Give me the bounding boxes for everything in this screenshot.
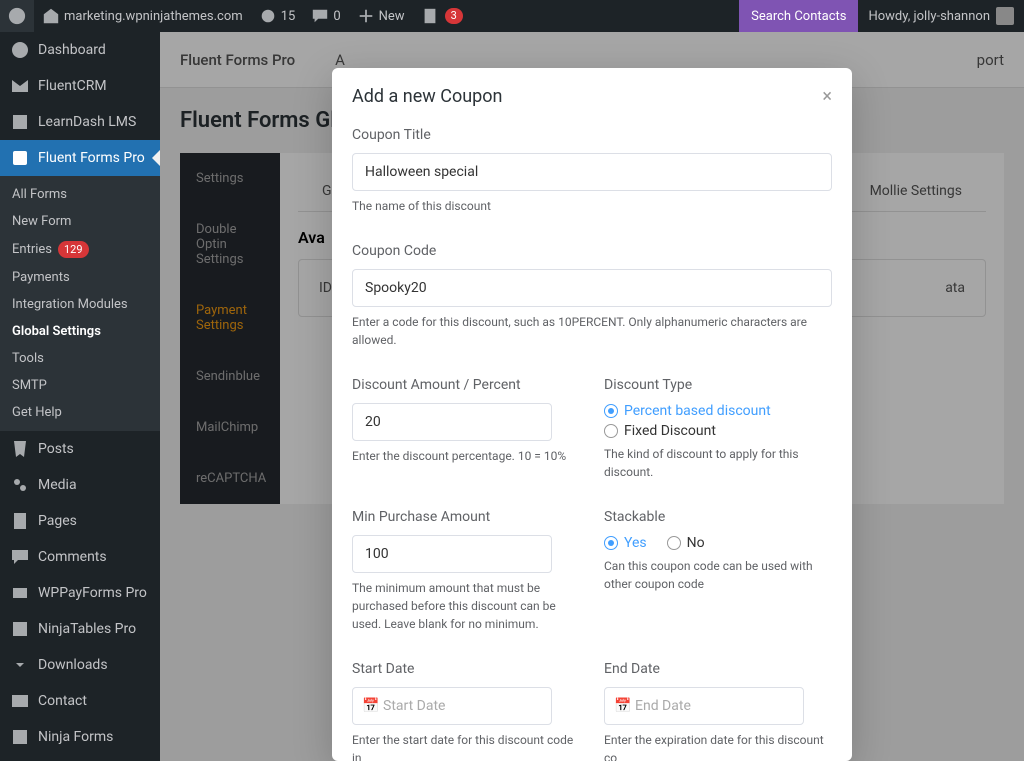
site-title[interactable]: marketing.wpninjathemes.com (34, 0, 251, 32)
stackable-desc: Can this coupon code can be used with ot… (604, 557, 832, 593)
menu-pages[interactable]: Pages (0, 503, 160, 539)
notification-badge: 3 (445, 8, 463, 24)
end-date-input[interactable] (604, 687, 804, 725)
submenu-new-form[interactable]: New Form (0, 208, 160, 235)
coupon-title-label: Coupon Title (352, 127, 832, 143)
end-date-label: End Date (604, 661, 832, 677)
coupon-code-desc: Enter a code for this discount, such as … (352, 313, 832, 349)
submenu-payments[interactable]: Payments (0, 264, 160, 291)
menu-ninjaforms[interactable]: Ninja Forms (0, 719, 160, 755)
coupon-modal: Add a new Coupon × Coupon Title The name… (332, 68, 852, 761)
discount-type-label: Discount Type (604, 377, 832, 393)
menu-ninjatables[interactable]: NinjaTables Pro (0, 611, 160, 647)
radio-fixed-discount[interactable]: Fixed Discount (604, 423, 832, 439)
entries-count: 129 (58, 241, 89, 258)
min-purchase-input[interactable] (352, 535, 552, 573)
comments[interactable]: 0 (303, 0, 348, 32)
submenu-tools[interactable]: Tools (0, 345, 160, 372)
submenu-integration[interactable]: Integration Modules (0, 291, 160, 318)
discount-amount-label: Discount Amount / Percent (352, 377, 580, 393)
menu-learndash[interactable]: LearnDash LMS (0, 104, 160, 140)
menu-media[interactable]: Media (0, 467, 160, 503)
user-menu[interactable]: Howdy, jolly-shannon (858, 7, 1024, 25)
submenu-all-forms[interactable]: All Forms (0, 181, 160, 208)
menu-contact[interactable]: Contact (0, 683, 160, 719)
coupon-code-label: Coupon Code (352, 243, 832, 259)
menu-comments[interactable]: Comments (0, 539, 160, 575)
discount-type-desc: The kind of discount to apply for this d… (604, 445, 832, 481)
calendar-icon: 📅 (614, 698, 631, 714)
discount-amount-desc: Enter the discount percentage. 10 = 10% (352, 447, 580, 465)
radio-stackable-yes[interactable]: Yes (604, 535, 647, 551)
stackable-label: Stackable (604, 509, 832, 525)
calendar-icon: 📅 (362, 698, 379, 714)
radio-stackable-no[interactable]: No (667, 535, 705, 551)
coupon-title-desc: The name of this discount (352, 197, 832, 215)
min-purchase-label: Min Purchase Amount (352, 509, 580, 525)
submenu-global-settings[interactable]: Global Settings (0, 318, 160, 345)
coupon-title-input[interactable] (352, 153, 832, 191)
radio-percent-discount[interactable]: Percent based discount (604, 403, 832, 419)
admin-bar: marketing.wpninjathemes.com 15 0 New 3 S… (0, 0, 1024, 32)
start-date-desc: Enter the start date for this discount c… (352, 731, 580, 761)
updates[interactable]: 15 (251, 0, 304, 32)
admin-sidebar: Dashboard FluentCRM LearnDash LMS Fluent… (0, 32, 160, 761)
notifications[interactable]: 3 (413, 0, 471, 32)
start-date-input[interactable] (352, 687, 552, 725)
submenu-get-help[interactable]: Get Help (0, 399, 160, 426)
discount-amount-input[interactable] (352, 403, 552, 441)
menu-wppayforms[interactable]: WPPayForms Pro (0, 575, 160, 611)
submenu-smtp[interactable]: SMTP (0, 372, 160, 399)
modal-title: Add a new Coupon (352, 86, 502, 107)
wp-logo[interactable] (0, 0, 34, 32)
menu-woocommerce[interactable]: WooCommerce (0, 755, 160, 761)
menu-fluentcrm[interactable]: FluentCRM (0, 68, 160, 104)
search-contacts-button[interactable]: Search Contacts (739, 0, 858, 32)
close-icon[interactable]: × (822, 86, 832, 107)
coupon-code-input[interactable] (352, 269, 832, 307)
new-content[interactable]: New (349, 0, 413, 32)
avatar (996, 7, 1014, 25)
end-date-desc: Enter the expiration date for this disco… (604, 731, 832, 761)
menu-fluentforms[interactable]: Fluent Forms Pro (0, 140, 160, 176)
start-date-label: Start Date (352, 661, 580, 677)
submenu-entries[interactable]: Entries129 (0, 235, 160, 264)
content-area: Fluent Forms Pro A port Fluent Forms Glo… (160, 32, 1024, 761)
menu-downloads[interactable]: Downloads (0, 647, 160, 683)
submenu-fluentforms: All Forms New Form Entries129 Payments I… (0, 176, 160, 431)
min-purchase-desc: The minimum amount that must be purchase… (352, 579, 580, 633)
menu-dashboard[interactable]: Dashboard (0, 32, 160, 68)
menu-posts[interactable]: Posts (0, 431, 160, 467)
